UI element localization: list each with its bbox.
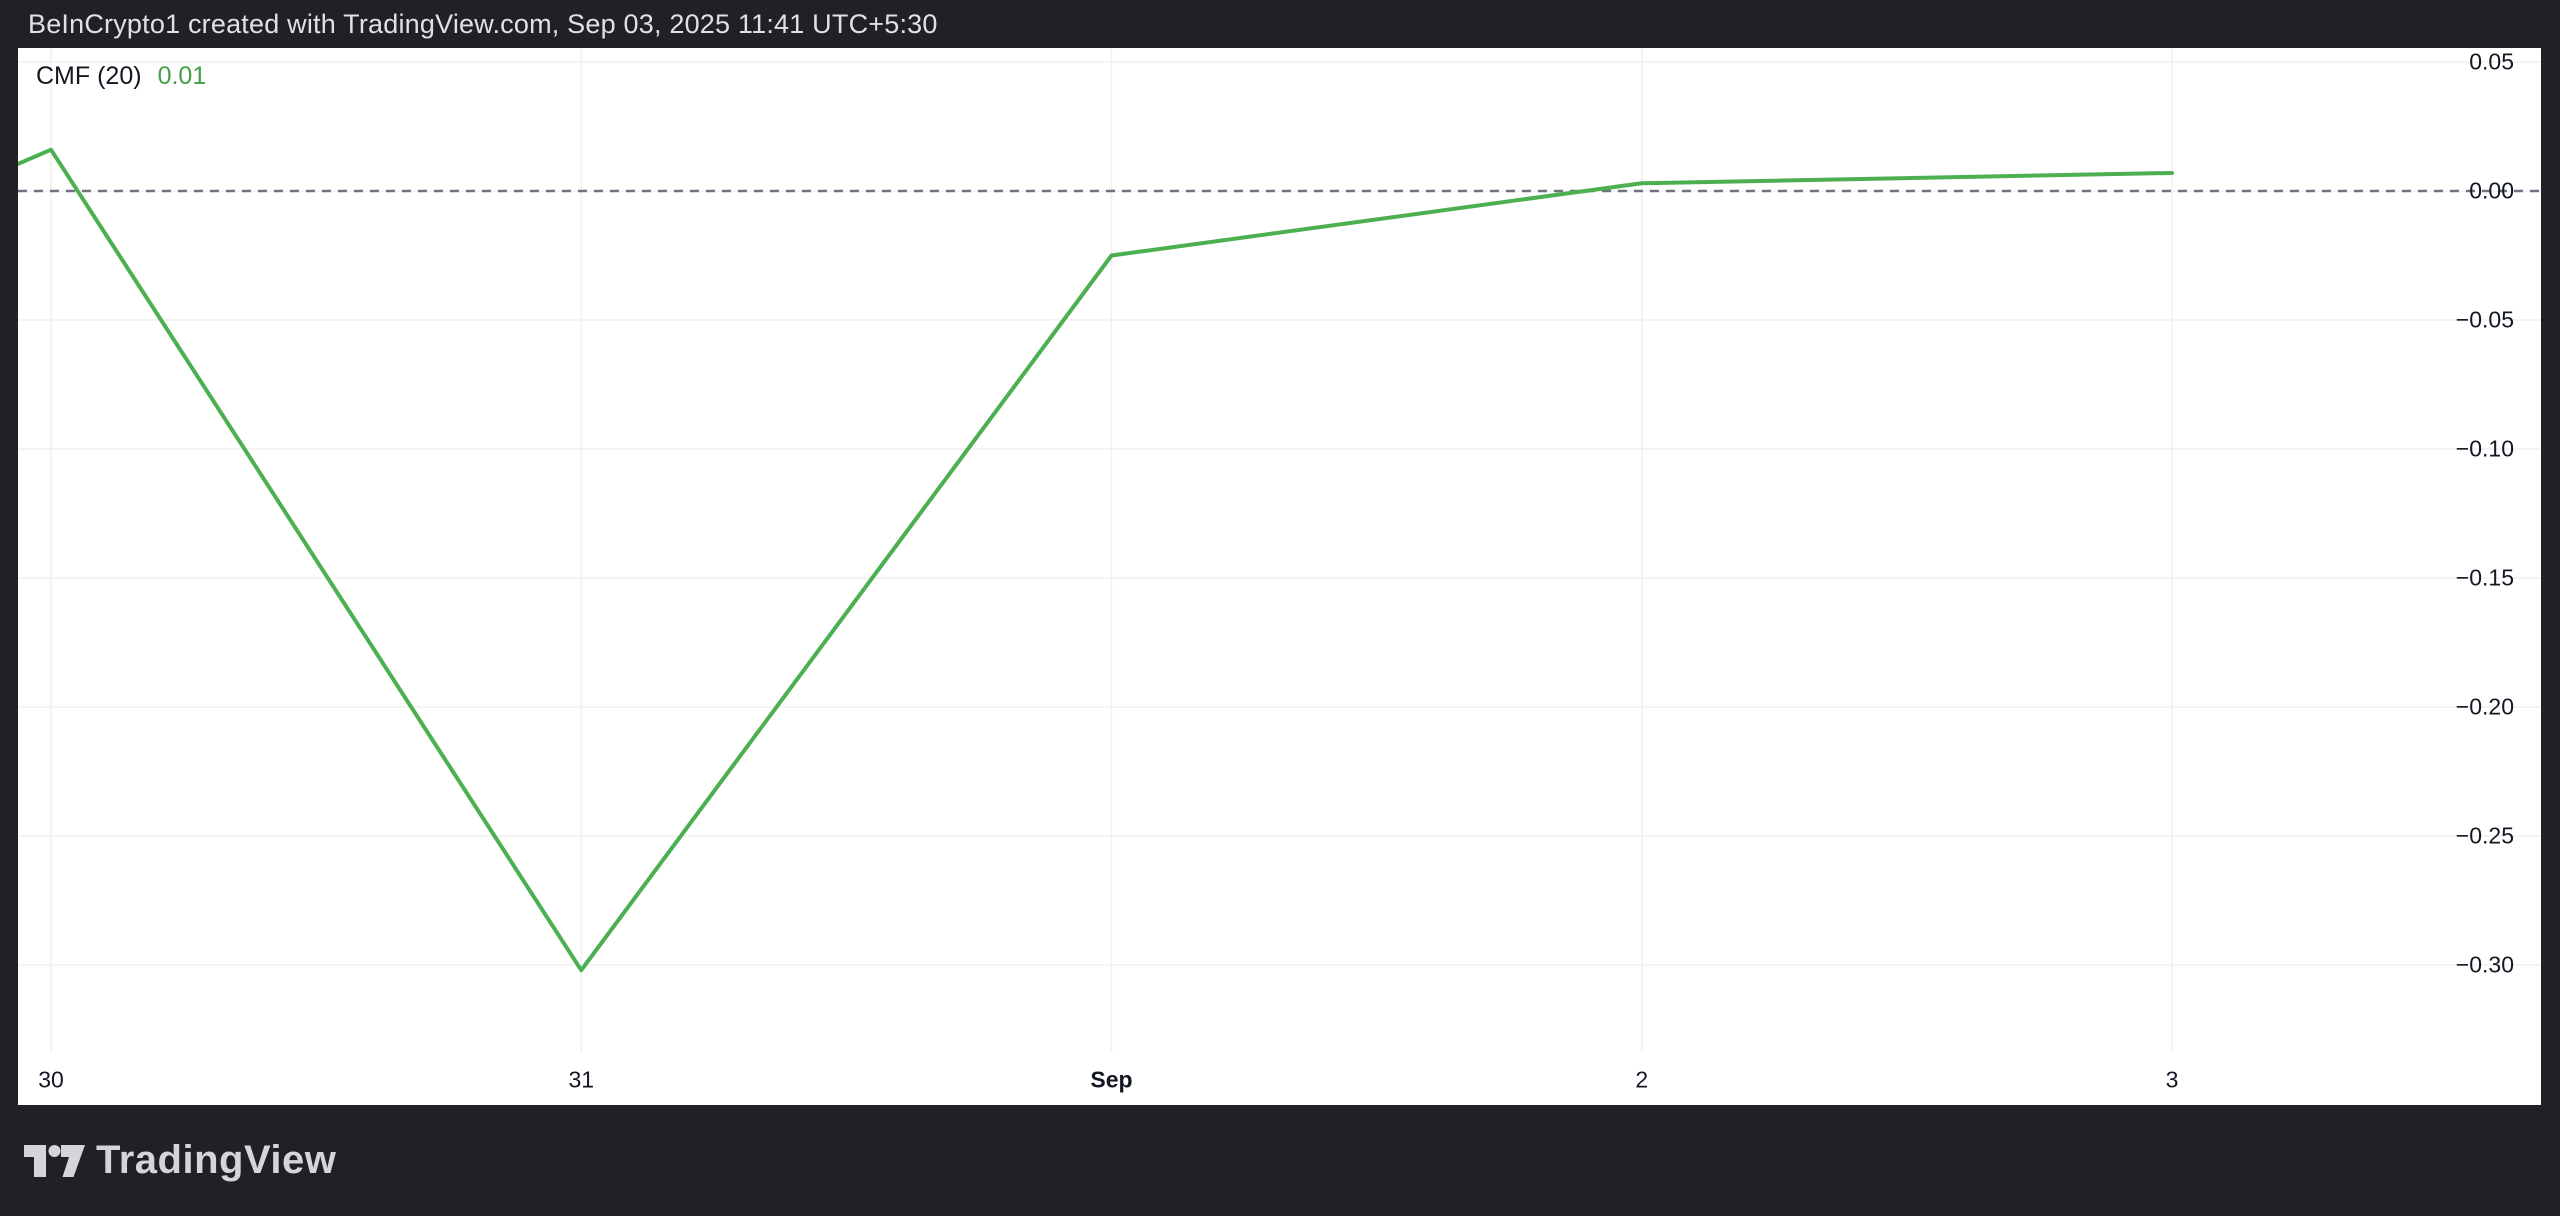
price-axis-label: 0.00 — [2469, 178, 2514, 205]
indicator-legend[interactable]: CMF (20) 0.01 — [36, 60, 206, 92]
time-axis-label: 3 — [2166, 1067, 2179, 1094]
price-axis-label: −0.25 — [2456, 823, 2514, 850]
indicator-name: CMF (20) — [36, 60, 142, 92]
attribution-text: BeInCrypto1 created with TradingView.com… — [28, 9, 938, 40]
price-axis-label: −0.05 — [2456, 307, 2514, 334]
tradingview-logo-icon — [24, 1145, 86, 1177]
time-axis-label: 2 — [1635, 1067, 1648, 1094]
time-axis-label: Sep — [1090, 1067, 1132, 1094]
attribution-bar: BeInCrypto1 created with TradingView.com… — [0, 0, 2560, 48]
price-axis-label: −0.20 — [2456, 694, 2514, 721]
price-axis-label: 0.05 — [2469, 49, 2514, 76]
price-axis-label: −0.15 — [2456, 565, 2514, 592]
price-axis-label: −0.30 — [2456, 952, 2514, 979]
brand-bar: TradingView — [0, 1105, 2560, 1216]
tradingview-logo-text: TradingView — [96, 1138, 336, 1183]
cmf-series-line[interactable] — [18, 150, 2172, 970]
cmf-chart[interactable] — [18, 48, 2541, 1105]
time-axis-label: 31 — [568, 1067, 594, 1094]
indicator-value: 0.01 — [158, 60, 207, 92]
price-axis-label: −0.10 — [2456, 436, 2514, 463]
indicator-pane[interactable]: CMF (20) 0.01 0.05 0.00 −0.05 −0.10 −0.15 −0.… — [18, 48, 2541, 1105]
time-axis-label: 30 — [38, 1067, 64, 1094]
